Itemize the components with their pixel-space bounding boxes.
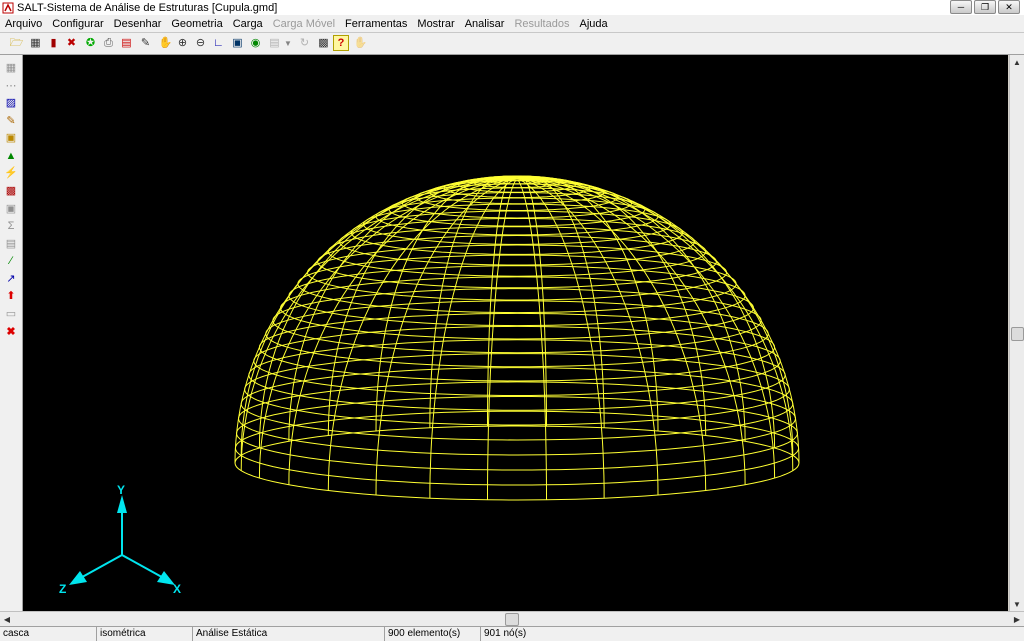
mesh-ring [244, 353, 790, 426]
tools-icon[interactable]: ✖ [63, 35, 80, 52]
scroll-down-icon[interactable]: ▼ [1010, 597, 1024, 611]
vertical-scroll-thumb[interactable] [1011, 327, 1024, 341]
dome-mesh: Y X Z [59, 175, 800, 596]
window-title: SALT-Sistema de Análise de Estruturas [C… [17, 1, 278, 14]
app-icon [2, 2, 14, 13]
y-axis-arrow [117, 495, 127, 513]
load-icon[interactable]: ▩ [3, 183, 19, 199]
target-icon[interactable]: ◉ [247, 35, 264, 52]
menu-analisar[interactable]: Analisar [460, 18, 510, 30]
scroll-left-icon[interactable]: ◀ [0, 612, 14, 626]
property-icon[interactable]: ▣ [3, 130, 19, 146]
running-man-icon[interactable]: ✪ [82, 35, 99, 52]
scroll-up-icon[interactable]: ▲ [1010, 55, 1024, 69]
y-axis-label: Y [117, 483, 125, 497]
menu-carga-movel[interactable]: Carga Móvel [268, 18, 340, 30]
status-view-mode: isométrica [96, 627, 192, 641]
z-axis-arrow [69, 571, 87, 585]
mesh-ring [350, 210, 684, 255]
pencil-icon[interactable]: ✎ [137, 35, 154, 52]
help-question-icon[interactable]: ? [333, 35, 349, 51]
element-icon[interactable]: ▨ [3, 95, 19, 111]
zoom-in-icon[interactable]: ⊕ [174, 35, 191, 52]
z-axis-label: Z [59, 582, 66, 596]
rotate-icon[interactable]: ↻ [296, 35, 313, 52]
printer-icon[interactable]: ⎙ [100, 35, 117, 52]
title-bar: SALT-Sistema de Análise de Estruturas [C… [0, 0, 1024, 15]
mesh-ring [235, 396, 798, 471]
mesh-ring [240, 367, 794, 441]
print-preview-icon[interactable]: ▤ [118, 35, 135, 52]
support-icon[interactable]: ▲ [3, 148, 19, 164]
mesh-ring [248, 339, 786, 411]
mesh-ring [237, 381, 796, 456]
vector-icon[interactable]: ↗ [3, 271, 19, 287]
red-arrow-up-icon[interactable]: ⬆ [3, 288, 19, 304]
mesh-ring [272, 288, 762, 354]
restore-button[interactable]: ❐ [974, 0, 996, 14]
menu-desenhar[interactable]: Desenhar [109, 18, 167, 30]
dropdown-arrow-icon[interactable]: ▼ [283, 35, 293, 52]
mesh-ring [279, 276, 754, 340]
pan-hand-icon[interactable]: ✋ [157, 35, 174, 52]
stop-hand-icon[interactable]: ✋ [352, 35, 369, 52]
graphics-viewport[interactable]: Y X Z [23, 55, 1008, 611]
status-element-type: casca [3, 628, 30, 639]
menu-bar: Arquivo Configurar Desenhar Geometria Ca… [0, 15, 1024, 33]
menu-geometria[interactable]: Geometria [166, 18, 227, 30]
image-icon[interactable]: ▩ [315, 35, 332, 52]
left-toolbar: ▦ ⋯ ▨ ✎ ▣ ▲ ⚡ ▩ ▣ Σ ▤ ∕ ↗ ⬆ ▭ ✖ [0, 55, 23, 611]
sum-icon[interactable]: Σ [3, 218, 19, 234]
menu-carga[interactable]: Carga [228, 18, 268, 30]
mesh-ring [258, 312, 776, 382]
horizontal-scroll-thumb[interactable] [505, 613, 519, 626]
main-toolbar: 🗁 ▦ ▮ ✖ ✪ ⎙ ▤ ✎ ✋ ⊕ ⊖ ∟ ▣ ◉ ▤ ▼ ↻ ▩ ▧ [0, 33, 1024, 55]
menu-configurar[interactable]: Configurar [47, 18, 108, 30]
delete-x-icon[interactable]: ✖ [3, 324, 19, 340]
chart-icon[interactable]: ▤ [266, 35, 283, 52]
save-icon[interactable]: ▣ [3, 201, 19, 217]
window-controls: ─ ❐ ✕ [950, 0, 1020, 14]
zoom-out-icon[interactable]: ⊖ [192, 35, 209, 52]
menu-mostrar[interactable]: Mostrar [412, 18, 459, 30]
copy-icon[interactable]: ▭ [3, 306, 19, 322]
close-button[interactable]: ✕ [998, 0, 1020, 14]
calculator-icon[interactable]: ▦ [27, 35, 44, 52]
menu-ferramentas[interactable]: Ferramentas [340, 18, 412, 30]
mesh-ring [253, 325, 781, 396]
edit-icon[interactable]: ✎ [3, 113, 19, 129]
status-element-count: 900 elemento(s) [384, 627, 480, 641]
minimize-button[interactable]: ─ [950, 0, 972, 14]
mesh-ring [234, 410, 800, 486]
node-icon[interactable]: ⋯ [3, 78, 19, 94]
scroll-right-icon[interactable]: ▶ [1010, 612, 1024, 626]
status-node-count: 901 nó(s) [480, 627, 1024, 641]
open-folder-icon[interactable]: 🗁 [8, 35, 25, 52]
menu-ajuda[interactable]: Ajuda [574, 18, 612, 30]
status-bar: casca isométrica Análise Estática 900 el… [0, 626, 1024, 641]
vertical-scrollbar[interactable]: ▲ ▼ [1009, 55, 1024, 611]
mesh-meridian [516, 177, 776, 449]
status-analysis-type: Análise Estática [192, 627, 384, 641]
lightning-icon[interactable]: ⚡ [3, 165, 19, 181]
grid-icon[interactable]: ▦ [3, 60, 19, 76]
menu-resultados[interactable]: Resultados [509, 18, 574, 30]
monitor-icon[interactable]: ▣ [229, 35, 246, 52]
book-icon[interactable]: ▮ [45, 35, 62, 52]
axes-icon[interactable]: ∟ [210, 35, 227, 52]
horizontal-scrollbar[interactable]: ◀ ▶ [0, 611, 1024, 627]
table-icon[interactable]: ▤ [3, 236, 19, 252]
mesh-meridian [258, 177, 518, 449]
line-icon[interactable]: ∕ [3, 253, 19, 269]
axis-triad: Y X Z [59, 483, 181, 596]
menu-arquivo[interactable]: Arquivo [0, 18, 47, 30]
mesh-ring [234, 425, 800, 501]
x-axis-label: X [173, 582, 181, 596]
